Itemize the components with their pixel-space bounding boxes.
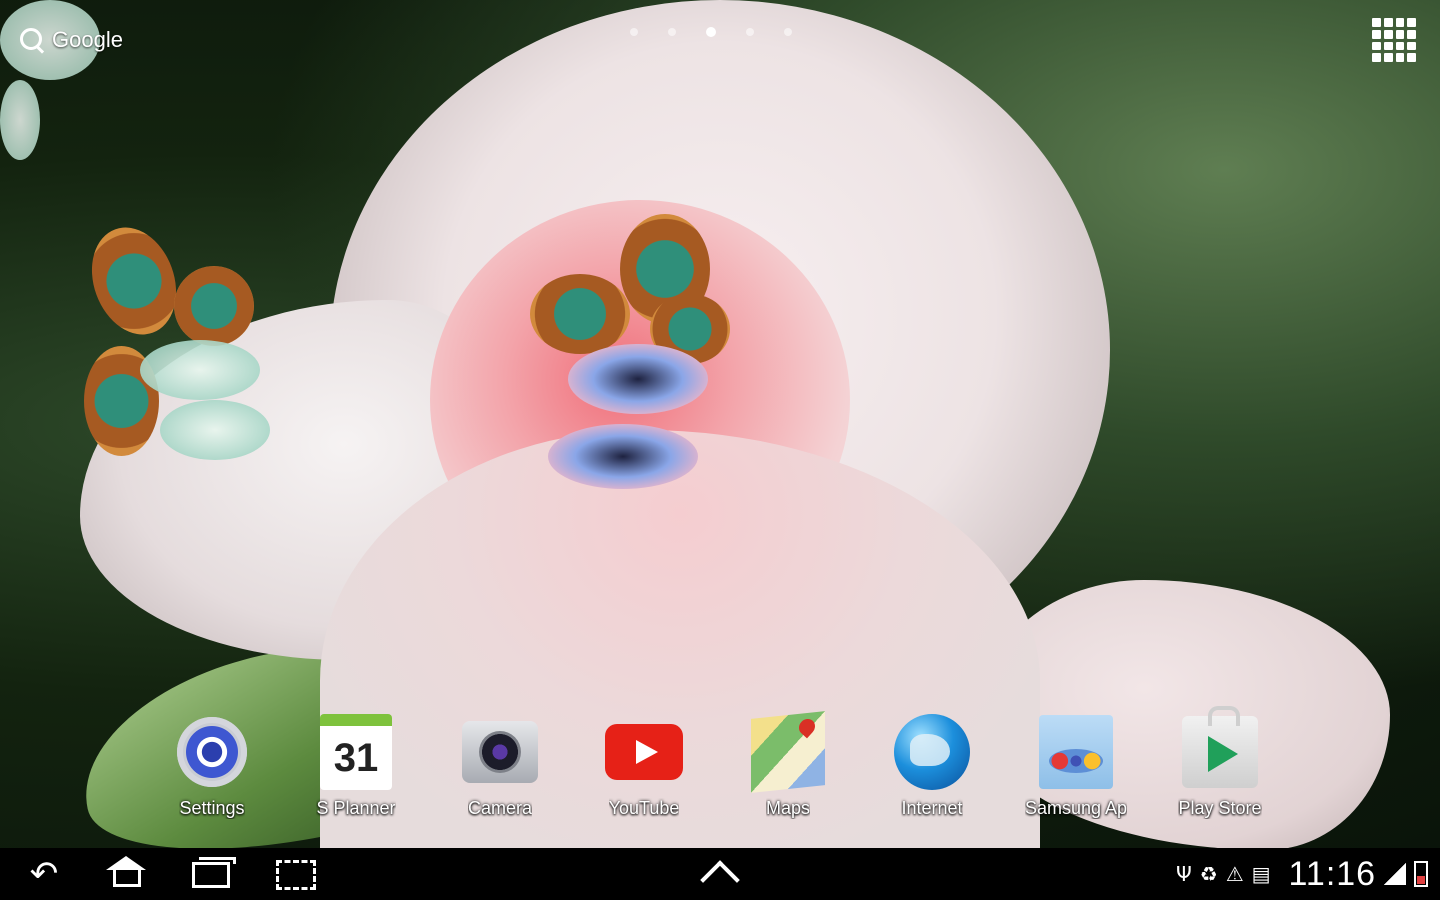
app-dock: Settings 31 S Planner Camera YouTube Map…	[140, 706, 1310, 832]
dock-item-label: YouTube	[608, 798, 680, 818]
recycle-icon: ♻	[1199, 862, 1218, 886]
page-dot[interactable]	[630, 28, 638, 36]
dock-item-youtube[interactable]: YouTube	[572, 712, 716, 832]
globe-icon	[892, 712, 972, 792]
page-dot[interactable]	[668, 28, 676, 36]
dock-item-play-store[interactable]: Play Store	[1148, 706, 1292, 832]
battery-icon	[1414, 861, 1429, 887]
dock-item-label: Camera	[467, 798, 533, 818]
youtube-icon	[604, 712, 684, 792]
page-dot[interactable]	[784, 28, 792, 36]
dock-item-camera[interactable]: Camera	[428, 712, 572, 832]
dock-item-label: Settings	[179, 798, 245, 818]
dock-item-samsung-apps[interactable]: Samsung Ap	[1004, 712, 1148, 832]
dock-item-settings[interactable]: Settings	[140, 712, 284, 832]
page-indicator	[630, 27, 792, 37]
settings-icon	[172, 712, 252, 792]
back-icon[interactable]: ↶	[16, 856, 72, 892]
samsung-apps-icon	[1036, 712, 1116, 792]
status-bar[interactable]: Ψ ♻ ⚠ ▤ 11:16	[1176, 852, 1429, 896]
screenshot-icon[interactable]	[276, 860, 316, 890]
page-dot[interactable]	[746, 28, 754, 36]
camera-icon	[460, 712, 540, 792]
butterfly	[140, 340, 330, 470]
usb-icon: Ψ	[1176, 862, 1192, 886]
dock-item-label: Play Store	[1178, 798, 1262, 818]
signal-icon	[1384, 863, 1407, 885]
warning-icon: ⚠	[1225, 862, 1244, 886]
page-dot-active[interactable]	[706, 27, 716, 37]
dock-item-internet[interactable]: Internet	[860, 712, 1004, 832]
google-search-label: Google	[52, 27, 123, 52]
recent-apps-icon[interactable]	[192, 857, 236, 888]
play-store-icon	[1180, 706, 1260, 792]
dock-item-s-planner[interactable]: 31 S Planner	[284, 712, 428, 832]
maps-icon	[748, 711, 828, 793]
calendar-icon: 31	[316, 712, 396, 792]
google-search-widget[interactable]: Google	[18, 22, 123, 58]
sd-card-icon: ▤	[1251, 862, 1271, 886]
dock-item-label: Maps	[765, 798, 810, 818]
apps-grid-icon[interactable]	[1372, 18, 1416, 62]
search-icon	[18, 26, 46, 54]
butterfly	[548, 344, 718, 494]
dock-item-label: S Planner	[316, 798, 396, 818]
dock-item-maps[interactable]: Maps	[716, 711, 860, 832]
status-clock: 11:16	[1288, 854, 1377, 893]
dock-item-label: Internet	[901, 798, 963, 818]
home-icon[interactable]	[106, 856, 146, 888]
dock-item-label: Samsung Ap	[1024, 798, 1128, 818]
